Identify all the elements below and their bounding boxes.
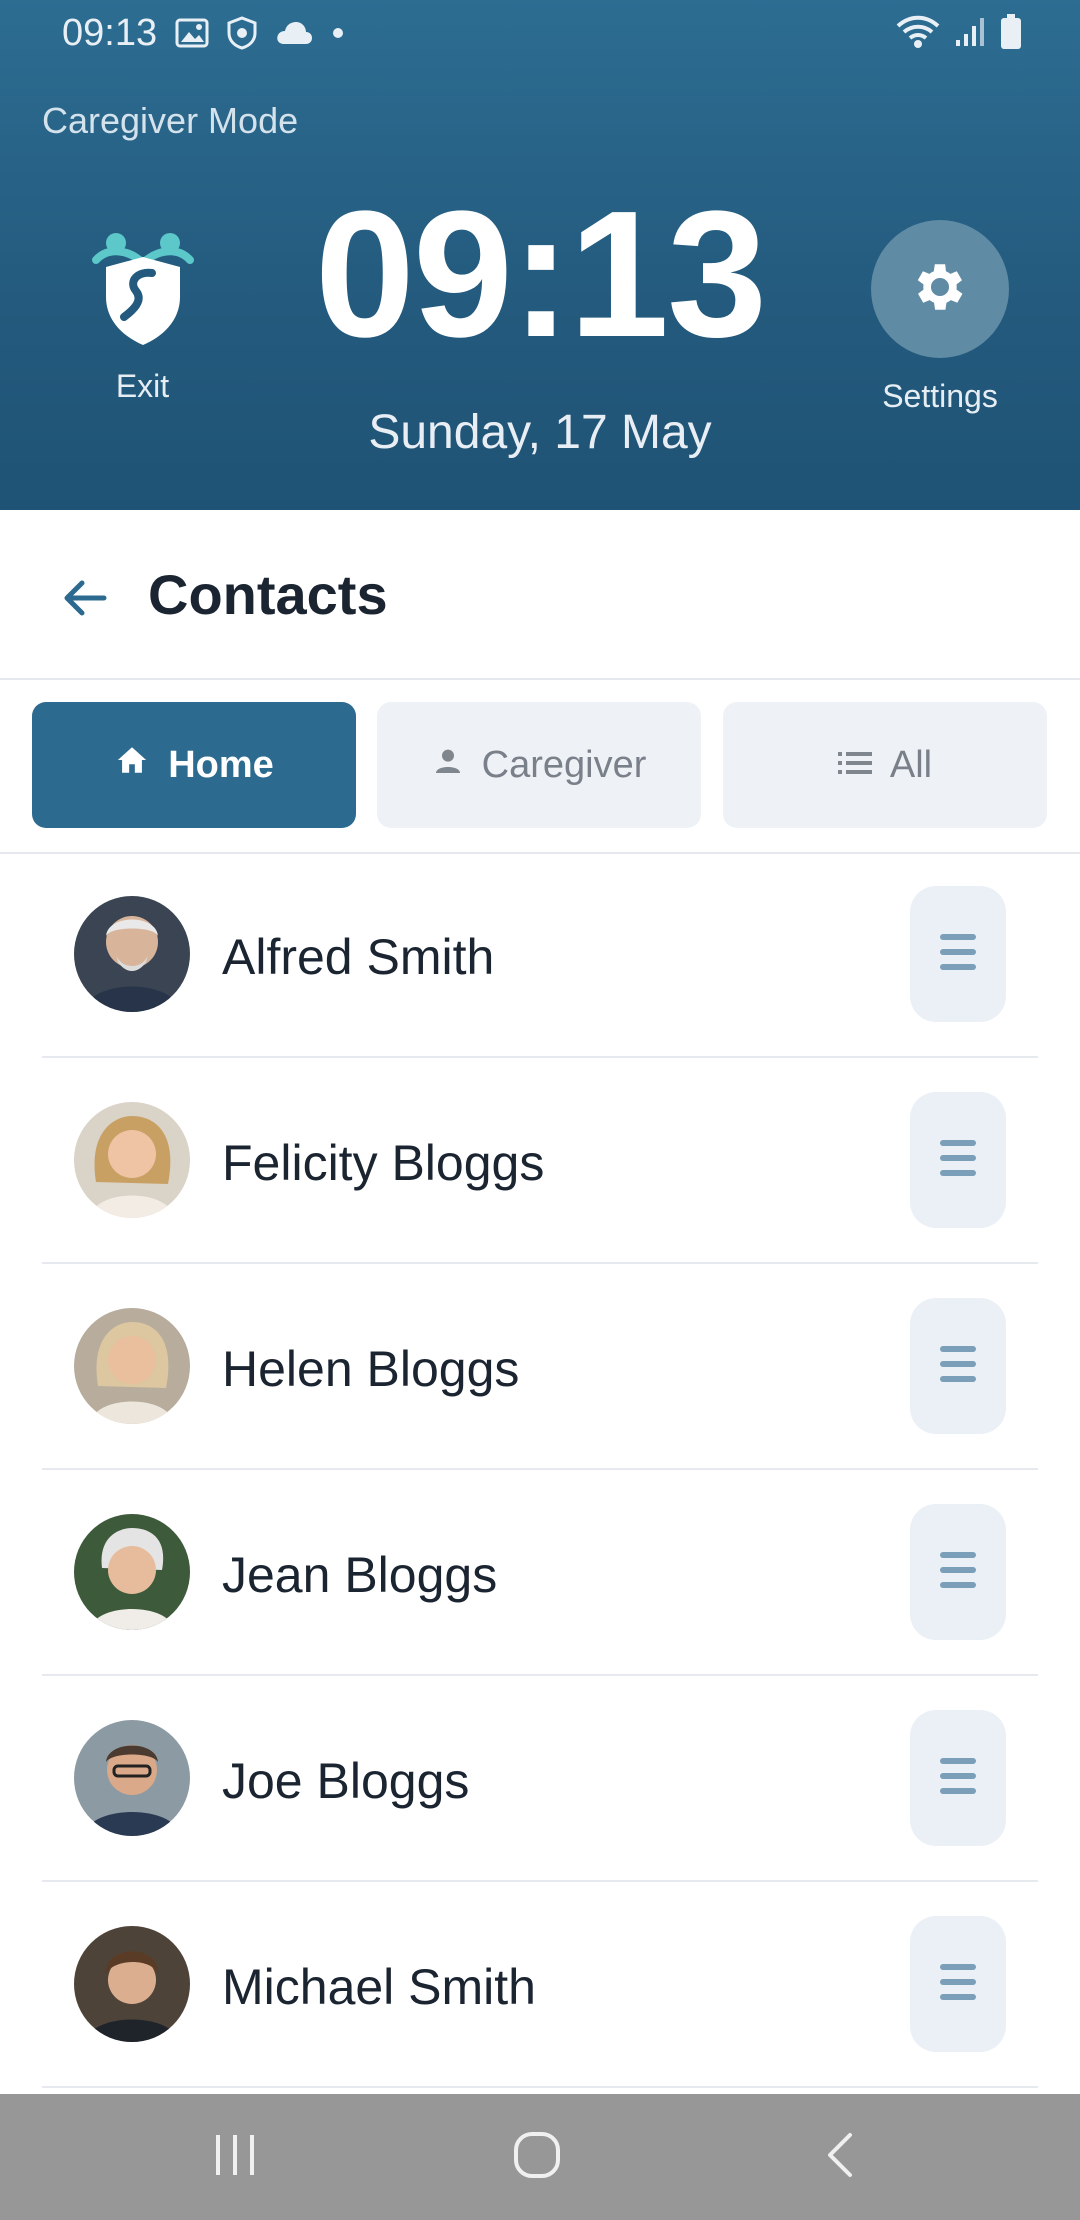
- wifi-icon: [896, 14, 940, 55]
- back-arrow-icon: [52, 580, 118, 635]
- tab-home[interactable]: Home: [32, 702, 356, 828]
- avatar: [74, 1720, 190, 1836]
- contact-row[interactable]: Helen Bloggs: [42, 1264, 1038, 1470]
- contact-name: Joe Bloggs: [222, 1753, 470, 1809]
- contact-menu-button[interactable]: [910, 1504, 1006, 1640]
- avatar: [74, 1102, 190, 1218]
- contact-name: Jean Bloggs: [222, 1547, 498, 1603]
- tab-all[interactable]: All: [723, 702, 1047, 828]
- exit-button[interactable]: Exit: [80, 225, 205, 425]
- signal-icon: [954, 16, 986, 53]
- menu-icon: [938, 1960, 978, 2009]
- contact-menu-button[interactable]: [910, 886, 1006, 1022]
- back-button[interactable]: [52, 565, 118, 631]
- contact-menu-button[interactable]: [910, 1092, 1006, 1228]
- image-icon: [175, 18, 209, 53]
- settings-button[interactable]: Settings: [860, 220, 1020, 420]
- home-icon: [114, 743, 150, 787]
- page-title: Contacts: [148, 563, 388, 626]
- recents-icon: [212, 2133, 258, 2182]
- app-logo-icon: [88, 225, 198, 350]
- gear-icon: [909, 256, 971, 323]
- tab-home-label: Home: [168, 743, 274, 786]
- contact-row[interactable]: Alfred Smith: [42, 852, 1038, 1058]
- contact-name: Helen Bloggs: [222, 1341, 520, 1397]
- avatar: [74, 1308, 190, 1424]
- menu-icon: [938, 1548, 978, 1597]
- contact-name: Alfred Smith: [222, 929, 495, 985]
- status-time: 09:13: [62, 12, 158, 54]
- contact-name: Felicity Bloggs: [222, 1135, 545, 1191]
- menu-icon: [938, 1136, 978, 1185]
- settings-label: Settings: [882, 378, 998, 414]
- menu-icon: [938, 1754, 978, 1803]
- tab-all-label: All: [889, 743, 933, 786]
- date-label: Sunday, 17 May: [368, 406, 712, 459]
- contact-menu-button[interactable]: [910, 1298, 1006, 1434]
- back-nav-button[interactable]: [804, 2124, 874, 2190]
- contact-name: Michael Smith: [222, 1959, 536, 2015]
- tab-caregiver[interactable]: Caregiver: [377, 702, 701, 828]
- menu-icon: [938, 1342, 978, 1391]
- mode-label: Caregiver Mode: [42, 100, 299, 141]
- person-icon: [432, 744, 464, 787]
- dot-icon: [331, 26, 345, 45]
- status-bar: 09:13: [0, 0, 1080, 70]
- app-header: 09:13 Caregiver Mode Exit 09:13 Sunday, …: [0, 0, 1080, 510]
- battery-icon: [1000, 14, 1022, 55]
- home-circle-icon: [512, 2130, 562, 2185]
- contact-menu-button[interactable]: [910, 1710, 1006, 1846]
- cloud-icon: [275, 20, 313, 51]
- filter-tabs: Home Caregiver All: [0, 680, 1080, 854]
- back-chevron-icon: [822, 2131, 856, 2184]
- contact-list: Alfred Smith Felicity Bloggs Helen Blogg…: [0, 852, 1080, 2088]
- avatar: [74, 896, 190, 1012]
- contact-row[interactable]: Jean Bloggs: [42, 1470, 1038, 1676]
- contact-menu-button[interactable]: [910, 1916, 1006, 2052]
- system-nav-bar: [0, 2094, 1080, 2220]
- contact-row[interactable]: Felicity Bloggs: [42, 1058, 1038, 1264]
- contact-row[interactable]: Joe Bloggs: [42, 1676, 1038, 1882]
- list-icon: [837, 744, 872, 787]
- avatar: [74, 1926, 190, 2042]
- clock: 09:13: [314, 174, 767, 375]
- avatar: [74, 1514, 190, 1630]
- contact-row[interactable]: Michael Smith: [42, 1882, 1038, 2088]
- menu-icon: [938, 930, 978, 979]
- settings-circle[interactable]: [871, 220, 1009, 358]
- shield-icon: [227, 16, 257, 55]
- recents-button[interactable]: [200, 2124, 270, 2190]
- exit-label: Exit: [115, 368, 170, 404]
- tab-caregiver-label: Caregiver: [481, 743, 647, 786]
- title-bar: Contacts: [0, 510, 1080, 680]
- home-nav-button[interactable]: [502, 2124, 572, 2190]
